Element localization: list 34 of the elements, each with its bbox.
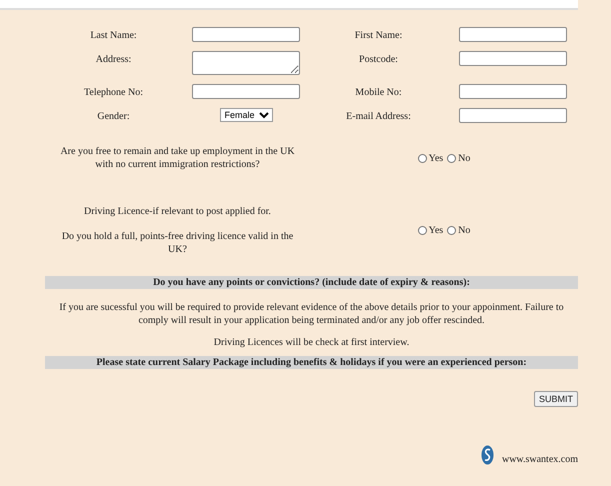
question-text: Are you free to remain and take up employment in the UK with no current immigration restrictions? bbox=[59, 145, 296, 171]
field-label: Gender: bbox=[97, 111, 130, 122]
radio-label: Yes bbox=[428, 225, 444, 236]
text-field[interactable] bbox=[192, 27, 300, 42]
field-label: Address: bbox=[96, 54, 132, 65]
field-label: First Name: bbox=[354, 30, 402, 41]
radio-label: No bbox=[458, 225, 470, 236]
field-label: Mobile No: bbox=[355, 87, 402, 98]
radio-label: Yes bbox=[428, 152, 444, 164]
question-text: Driving Licence-if relevant to post applied for. bbox=[83, 205, 272, 218]
radio-button[interactable] bbox=[418, 226, 427, 235]
text-field[interactable] bbox=[458, 27, 566, 42]
submit-button[interactable]: SUBMIT bbox=[534, 391, 578, 407]
text-field[interactable] bbox=[458, 84, 566, 99]
licence-note: Driving Licences will be check at first interview. bbox=[212, 337, 410, 348]
text-field[interactable] bbox=[458, 108, 566, 123]
question-text: Do you hold a full, points-free driving licence valid in the UK? bbox=[60, 230, 294, 256]
text-field[interactable] bbox=[192, 84, 300, 99]
section-heading: Please state current Salary Package including benefits & holidays if you were an experienced person: bbox=[45, 356, 578, 369]
address-field[interactable] bbox=[192, 51, 300, 75]
website-link[interactable]: www.swantex.com bbox=[502, 454, 578, 465]
radio-label: No bbox=[458, 152, 470, 164]
text-field[interactable] bbox=[458, 51, 566, 66]
notice-text: If you are sucessful you will be required to provide relevant evidence of the above details prior to your appoinment. Failure to comply will result in your application being terminated and/or any job offer rescinded. bbox=[58, 301, 565, 327]
radio-button[interactable] bbox=[447, 154, 456, 162]
field-label: E-mail Address: bbox=[346, 111, 411, 122]
field-label: Postcode: bbox=[359, 54, 398, 65]
field-label: Last Name: bbox=[90, 30, 137, 41]
gender-dropdown[interactable]: Female bbox=[220, 108, 272, 122]
section-heading: Do you have any points or convictions? (include date of expiry & reasons): bbox=[45, 276, 578, 289]
logo-icon bbox=[480, 445, 494, 465]
radio-button[interactable] bbox=[418, 154, 427, 162]
radio-button[interactable] bbox=[447, 226, 456, 235]
field-label: Telephone No: bbox=[84, 87, 143, 98]
